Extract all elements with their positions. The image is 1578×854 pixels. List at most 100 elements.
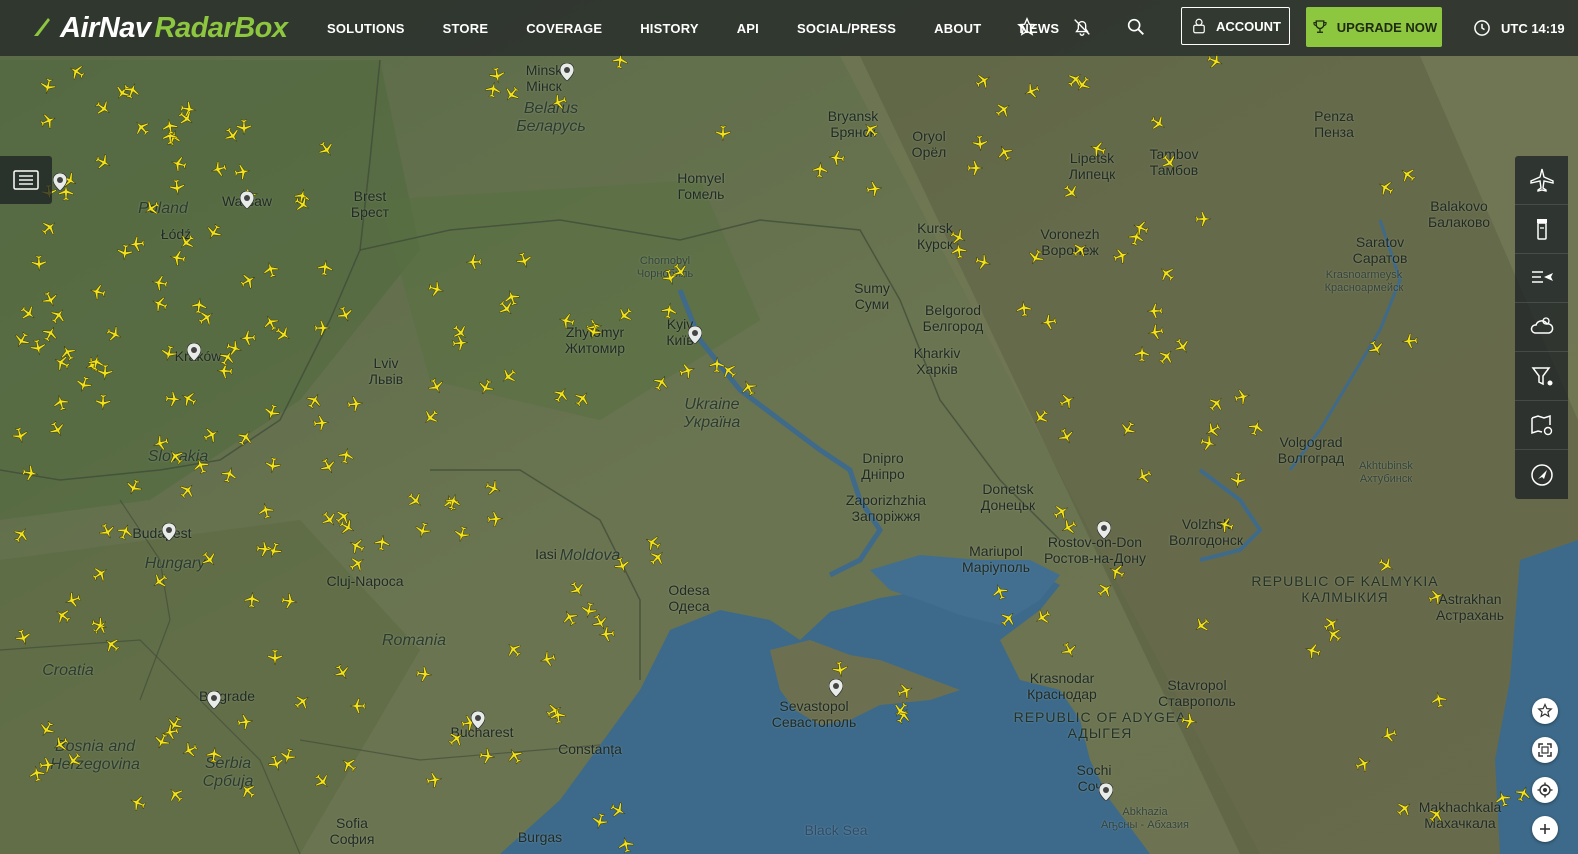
map-label: Brest Брест	[351, 188, 389, 220]
nav-store[interactable]: STORE	[443, 21, 489, 36]
aircraft-icon[interactable]	[830, 659, 851, 680]
aircraft-icon[interactable]	[345, 394, 365, 414]
aircraft-icon[interactable]	[483, 80, 504, 101]
airport-pin-icon[interactable]	[239, 190, 255, 210]
aircraft-icon[interactable]	[708, 356, 727, 375]
aircraft-icon[interactable]	[263, 455, 284, 476]
aircraft-icon[interactable]	[1228, 470, 1248, 490]
aircraft-icon[interactable]	[85, 352, 106, 373]
weather-button[interactable]	[1515, 303, 1568, 352]
aircraft-icon[interactable]	[167, 247, 188, 268]
search-icon[interactable]	[1125, 16, 1147, 38]
airport-pin-icon[interactable]	[687, 325, 703, 345]
aircraft-icon[interactable]	[949, 241, 970, 262]
account-button[interactable]: ACCOUNT	[1181, 7, 1290, 45]
aircraft-icon[interactable]	[189, 296, 209, 316]
airport-pin-icon[interactable]	[559, 62, 575, 82]
aircraft-icon[interactable]	[311, 413, 331, 433]
aircraft-icon[interactable]	[20, 463, 41, 484]
aircraft-icon[interactable]	[465, 253, 484, 272]
aircraft-icon[interactable]	[315, 258, 335, 278]
aircraft-icon[interactable]	[37, 755, 57, 775]
aircraft-icon[interactable]	[149, 272, 170, 293]
airport-pin-icon[interactable]	[828, 678, 844, 698]
aircraft-icon[interactable]	[349, 697, 367, 715]
notifications-off-icon[interactable]	[1071, 16, 1093, 38]
fullscreen-button[interactable]	[1532, 737, 1558, 763]
nav-social-press[interactable]: SOCIAL/PRESS	[797, 21, 896, 36]
navigation-button[interactable]	[1515, 450, 1568, 499]
aircraft-icon[interactable]	[115, 242, 135, 262]
aircraft-icon[interactable]	[1133, 345, 1151, 363]
flight-map[interactable]: Belarus Беларусь Ukraine Україна Poland Slova…	[0, 0, 1578, 854]
nav-about[interactable]: ABOUT	[934, 21, 981, 36]
aircraft-icon[interactable]	[970, 133, 990, 153]
aircraft-icon[interactable]	[204, 745, 224, 765]
aircraft-icon[interactable]	[167, 177, 187, 197]
airport-pin-icon[interactable]	[52, 172, 68, 192]
flight-list-button[interactable]	[1515, 254, 1568, 303]
aircraft-icon[interactable]	[279, 591, 300, 612]
aircraft-icon[interactable]	[266, 648, 284, 666]
aircraft-icon[interactable]	[485, 509, 504, 528]
aircraft-icon[interactable]	[414, 664, 434, 684]
aircraft-icon[interactable]	[335, 445, 356, 466]
aircraft-icon[interactable]	[615, 834, 637, 854]
aircraft-icon[interactable]	[548, 706, 568, 726]
map-label: Saratov Саратов	[1353, 234, 1408, 266]
favorites-map-button[interactable]	[1532, 698, 1558, 724]
aircraft-icon[interactable]	[450, 333, 470, 353]
aircraft-icon[interactable]	[1194, 210, 1212, 228]
aircraft-icon[interactable]	[714, 124, 732, 142]
aircraft-icon[interactable]	[827, 148, 847, 168]
aircraft-icon[interactable]	[1014, 299, 1034, 319]
aircraft-icon[interactable]	[477, 746, 497, 766]
filter-button[interactable]	[1515, 352, 1568, 401]
star-icon[interactable]	[1016, 16, 1038, 38]
nav-solutions[interactable]: SOLUTIONS	[327, 21, 405, 36]
aircraft-icon[interactable]	[242, 590, 261, 609]
map-label-local-name: Беларусь	[516, 118, 586, 136]
airport-pin-icon[interactable]	[470, 710, 486, 730]
aircraft-icon[interactable]	[659, 301, 680, 322]
map-label-name: Zaporizhzhia	[845, 492, 927, 508]
map-label-local-name: КАЛМЫКИЯ	[1301, 589, 1389, 606]
airport-tower-button[interactable]	[1515, 205, 1568, 254]
nav-history[interactable]: HISTORY	[640, 21, 698, 36]
nav-api[interactable]: API	[737, 21, 759, 36]
airport-pin-icon[interactable]	[1098, 782, 1114, 802]
nav-coverage[interactable]: COVERAGE	[526, 21, 602, 36]
aircraft-icon[interactable]	[235, 712, 255, 732]
aircraft-icon[interactable]	[1179, 711, 1200, 732]
airport-pin-icon[interactable]	[1096, 520, 1112, 540]
brand-logo[interactable]: AirNav RadarBox	[30, 8, 288, 48]
aircraft-icon[interactable]	[1400, 331, 1420, 351]
aircraft-icon[interactable]	[1146, 302, 1165, 321]
upgrade-now-button[interactable]: UPGRADE NOW	[1306, 7, 1442, 47]
aircraft-icon[interactable]	[30, 254, 49, 273]
aircraft-icon[interactable]	[163, 389, 183, 409]
airport-pin-icon[interactable]	[186, 342, 202, 362]
aircraft-icon[interactable]	[864, 179, 884, 199]
aircraft-icon[interactable]	[254, 539, 274, 559]
zoom-in-button[interactable]	[1532, 816, 1558, 842]
aircraft-icon[interactable]	[966, 159, 984, 177]
aircraft-icon[interactable]	[94, 393, 113, 412]
aircraft-icon[interactable]	[1145, 321, 1166, 342]
airport-pin-icon[interactable]	[206, 690, 222, 710]
aircraft-icon[interactable]	[313, 319, 331, 337]
aircraft-icon[interactable]	[597, 624, 617, 644]
aircraft-icon[interactable]	[238, 328, 257, 347]
locate-me-button[interactable]	[1532, 777, 1558, 803]
aircraft-icon[interactable]	[1039, 312, 1060, 333]
airport-pin-icon[interactable]	[161, 522, 177, 542]
flight-list-panel-toggle[interactable]	[0, 156, 52, 204]
flights-layer-button[interactable]	[1515, 156, 1568, 205]
aircraft-icon[interactable]	[424, 770, 445, 791]
map-label-local-name: Україна	[683, 414, 741, 432]
aircraft-icon[interactable]	[1428, 689, 1449, 710]
aircraft-icon[interactable]	[232, 162, 253, 183]
aircraft-icon[interactable]	[160, 117, 181, 138]
map-settings-button[interactable]	[1515, 401, 1568, 450]
aircraft-icon[interactable]	[372, 533, 392, 553]
